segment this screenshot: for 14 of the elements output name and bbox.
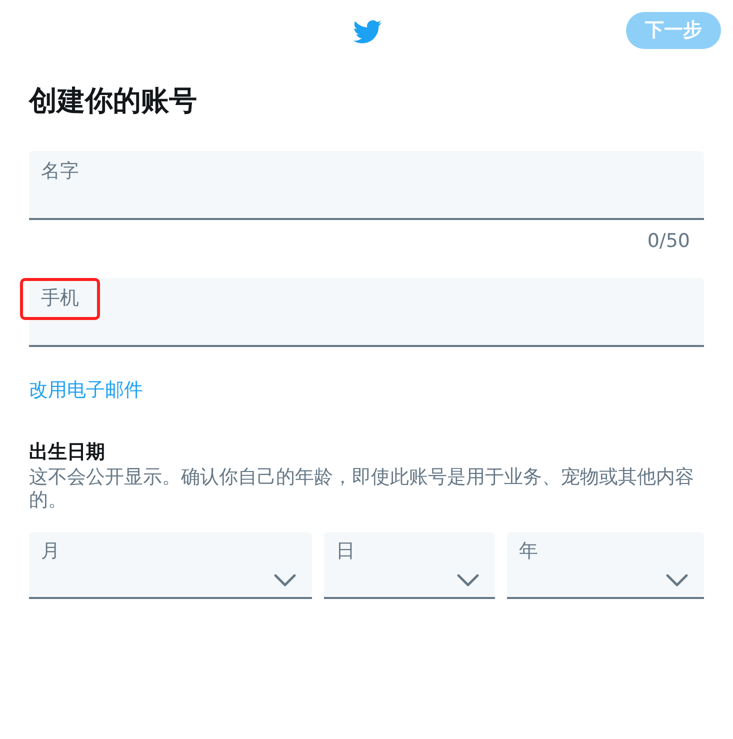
page-title: 创建你的账号 (29, 85, 198, 117)
birth-date-description: 这不会公开显示。确认你自己的年龄，即使此账号是用于业务、宠物或其他内容的。 (29, 466, 695, 512)
character-counter: 0/50 (647, 231, 690, 251)
name-field[interactable]: 名字 (29, 151, 704, 220)
phone-field[interactable]: 手机 (29, 278, 704, 347)
chevron-down-icon (274, 574, 296, 587)
chevron-down-icon (457, 574, 479, 587)
use-email-link[interactable]: 改用电子邮件 (29, 380, 143, 400)
birth-date-heading: 出生日期 (29, 441, 106, 463)
bird-logo-icon (352, 18, 382, 44)
day-select[interactable]: 日 (324, 532, 495, 599)
chevron-down-icon (666, 574, 688, 587)
month-select[interactable]: 月 (29, 532, 312, 599)
year-select[interactable]: 年 (507, 532, 704, 599)
